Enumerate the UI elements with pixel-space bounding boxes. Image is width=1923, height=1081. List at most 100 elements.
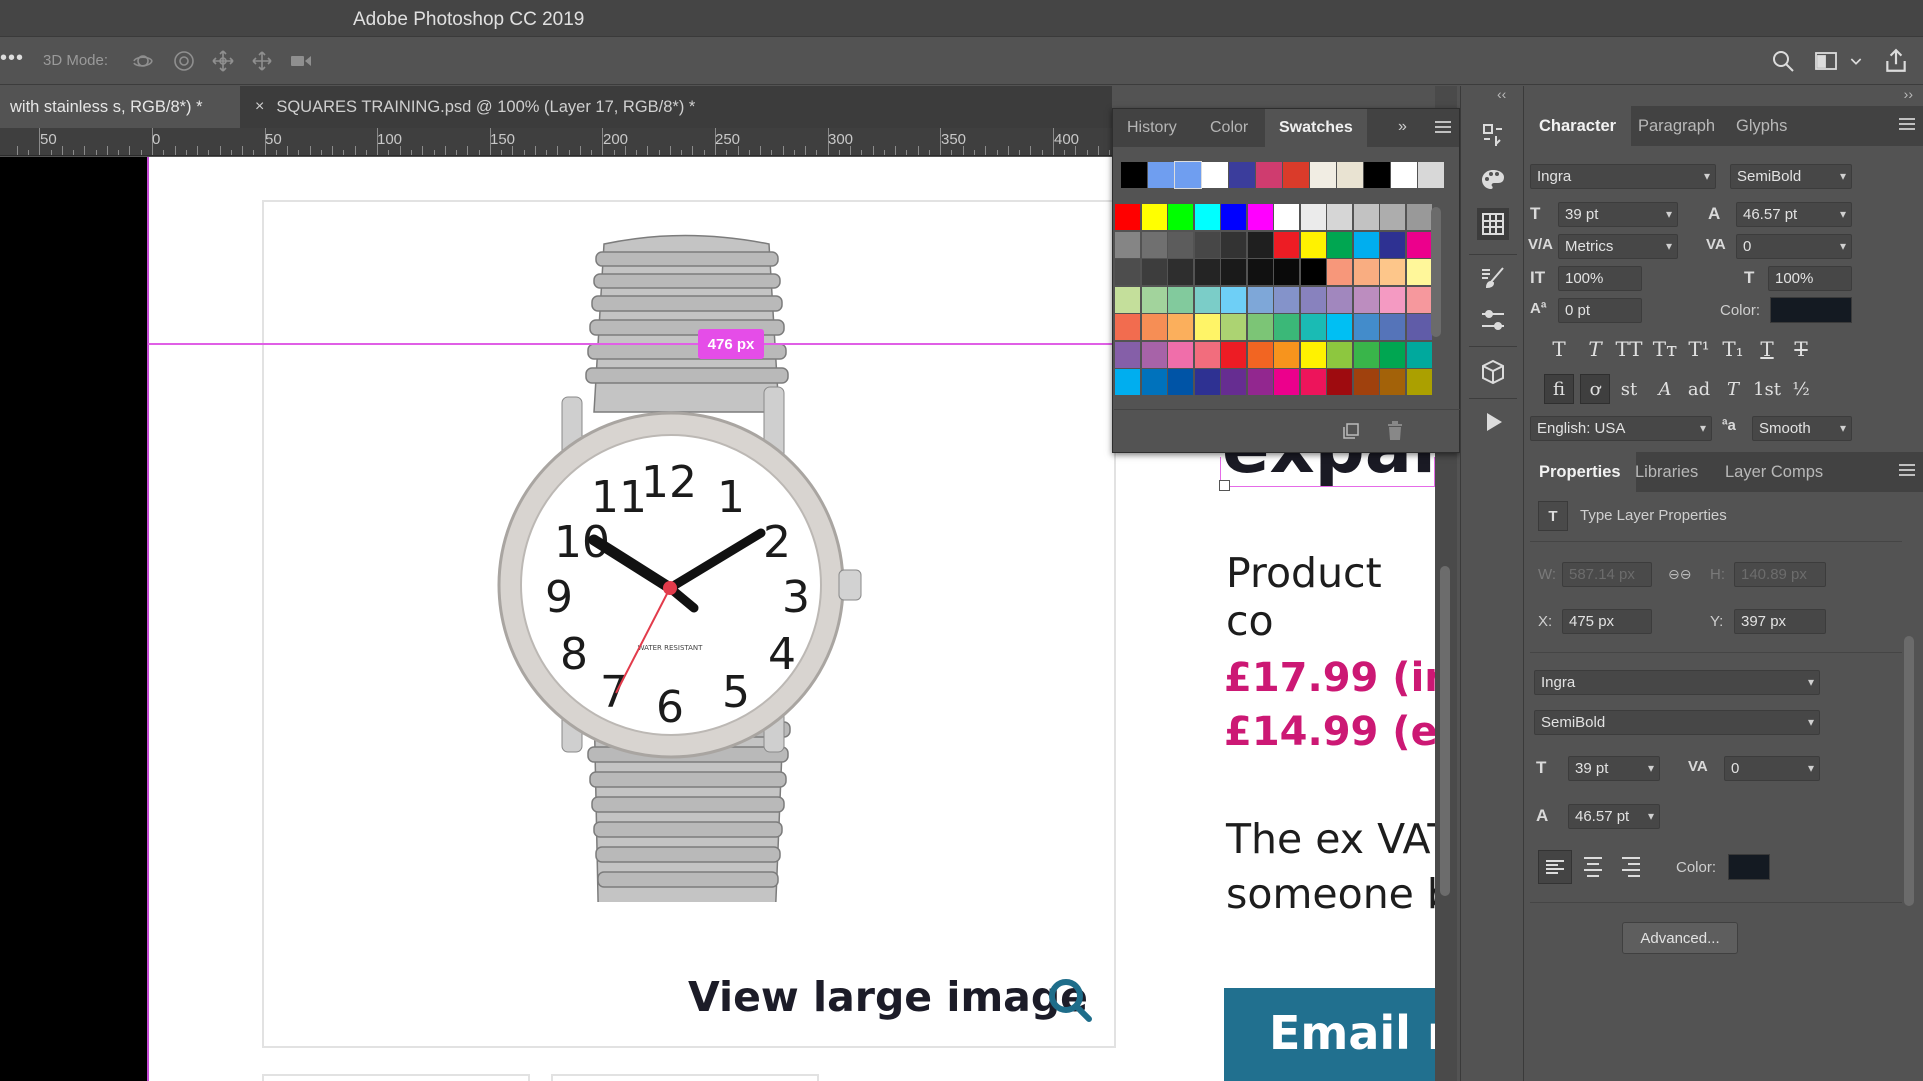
panel-menu-icon[interactable]	[1899, 118, 1915, 132]
faux-bold-button[interactable]: T	[1544, 334, 1574, 364]
x-position-field[interactable]: 475 px	[1562, 609, 1652, 634]
properties-scrollbar[interactable]	[1904, 636, 1914, 906]
ligatures-button[interactable]: fi	[1544, 374, 1574, 404]
scale-3d-video-icon[interactable]	[288, 48, 314, 74]
swatch[interactable]	[1406, 369, 1432, 395]
horizontal-scale-field[interactable]: 100%	[1768, 266, 1852, 291]
chevron-down-icon[interactable]	[1846, 47, 1866, 75]
swatch[interactable]	[1194, 314, 1220, 340]
swatch[interactable]	[1274, 341, 1299, 368]
recent-swatch[interactable]	[1283, 162, 1309, 188]
vertical-guide[interactable]	[147, 157, 149, 1081]
swatch[interactable]	[1327, 369, 1352, 395]
transform-handle[interactable]	[1219, 480, 1230, 491]
link-icon[interactable]: ⊖⊖	[1668, 566, 1691, 583]
tab-squares-training[interactable]: × SQUARES TRAINING.psd @ 100% (Layer 17,…	[245, 86, 745, 128]
tab-history[interactable]: History	[1113, 109, 1191, 147]
swatch[interactable]	[1327, 259, 1352, 285]
kerning-select[interactable]: Metrics ▾	[1558, 234, 1678, 259]
recent-swatch[interactable]	[1202, 162, 1228, 188]
titling-button[interactable]: T	[1718, 374, 1748, 404]
swatch[interactable]	[1168, 204, 1193, 230]
recent-swatch[interactable]	[1364, 162, 1390, 188]
swatch[interactable]	[1221, 231, 1246, 258]
swatch[interactable]	[1274, 369, 1299, 395]
all-caps-button[interactable]: TT	[1614, 334, 1644, 364]
swatch[interactable]	[1141, 231, 1167, 258]
swatch[interactable]	[1406, 231, 1432, 258]
tab-libraries[interactable]: Libraries	[1620, 452, 1713, 492]
prop-font-family-select[interactable]: Ingra ▾	[1534, 670, 1820, 695]
swatch[interactable]	[1194, 204, 1220, 230]
swatch[interactable]	[1141, 204, 1167, 230]
tab-swatches[interactable]: Swatches	[1265, 109, 1367, 147]
swatch[interactable]	[1300, 259, 1326, 285]
fractions-button[interactable]: ½	[1786, 374, 1816, 404]
swatch[interactable]	[1247, 369, 1273, 395]
strikethrough-button[interactable]: T	[1786, 334, 1816, 364]
swatch[interactable]	[1141, 314, 1167, 340]
swatch[interactable]	[1327, 341, 1352, 368]
tab-glyphs[interactable]: Glyphs	[1721, 106, 1802, 146]
roll-3d-icon[interactable]	[171, 48, 197, 74]
recent-swatch[interactable]	[1174, 161, 1202, 189]
swatch[interactable]	[1221, 204, 1246, 230]
swatch[interactable]	[1168, 314, 1193, 340]
swatch[interactable]	[1380, 231, 1405, 258]
swatch[interactable]	[1221, 286, 1246, 313]
swatch[interactable]	[1168, 259, 1193, 285]
swatch[interactable]	[1194, 286, 1220, 313]
price-inc-vat[interactable]: £17.99 (in	[1224, 655, 1435, 701]
height-field[interactable]: 140.89 px	[1734, 562, 1826, 587]
swatch[interactable]	[1406, 204, 1432, 230]
recent-swatch[interactable]	[1391, 162, 1417, 188]
swatch[interactable]	[1168, 369, 1193, 395]
small-caps-button[interactable]: Tт	[1650, 334, 1680, 364]
brush-panel-icon[interactable]	[1477, 262, 1509, 294]
product-text[interactable]: Product co	[1226, 549, 1435, 645]
swatch[interactable]	[1353, 314, 1379, 340]
swatch[interactable]	[1115, 259, 1140, 285]
swatch[interactable]	[1247, 341, 1273, 368]
swatch[interactable]	[1115, 369, 1140, 395]
swatch[interactable]	[1274, 231, 1299, 258]
swatch[interactable]	[1353, 369, 1379, 395]
swatch[interactable]	[1406, 314, 1432, 340]
swatch[interactable]	[1274, 314, 1299, 340]
tab-layer-comps[interactable]: Layer Comps	[1710, 452, 1838, 492]
swatch[interactable]	[1247, 314, 1273, 340]
recent-swatch[interactable]	[1229, 162, 1255, 188]
view-large-image-link[interactable]: View large image	[688, 973, 1088, 1021]
panel-menu-icon[interactable]	[1899, 464, 1915, 478]
prop-leading-field[interactable]: 46.57 pt ▾	[1568, 804, 1660, 829]
swatch[interactable]	[1300, 286, 1326, 313]
subscript-button[interactable]: T₁	[1718, 334, 1748, 364]
tab-paragraph[interactable]: Paragraph	[1623, 106, 1730, 146]
swatch[interactable]	[1115, 231, 1140, 258]
swatch[interactable]	[1194, 231, 1220, 258]
faux-italic-button[interactable]: T	[1580, 334, 1610, 364]
swatch[interactable]	[1168, 231, 1193, 258]
baseline-shift-field[interactable]: 0 pt	[1558, 298, 1642, 323]
swash-button[interactable]: A	[1650, 374, 1680, 404]
close-icon[interactable]: ×	[255, 98, 264, 116]
ex-vat-text-line2[interactable]: someone b	[1226, 870, 1435, 918]
slide-3d-icon[interactable]	[249, 48, 275, 74]
swatch[interactable]	[1327, 231, 1352, 258]
swatch[interactable]	[1300, 341, 1326, 368]
swatch[interactable]	[1115, 204, 1140, 230]
collapse-icon[interactable]: ‹‹	[1497, 86, 1506, 102]
stylistic-alternates-button[interactable]: ad	[1684, 374, 1714, 404]
align-left-button[interactable]	[1538, 850, 1572, 884]
swatch[interactable]	[1274, 204, 1299, 230]
prop-tracking-select[interactable]: 0 ▾	[1724, 756, 1820, 781]
workspace-icon[interactable]	[1812, 47, 1840, 75]
trash-icon[interactable]	[1386, 421, 1404, 441]
underline-button[interactable]: T	[1752, 334, 1782, 364]
ex-vat-text-line1[interactable]: The ex VAT	[1226, 815, 1435, 863]
antialias-select[interactable]: Smooth ▾	[1752, 416, 1852, 441]
font-family-select[interactable]: Ingra ▾	[1530, 164, 1716, 189]
new-swatch-icon[interactable]	[1342, 422, 1360, 440]
tab-watch-document[interactable]: with stainless s, RGB/8*) *	[0, 86, 240, 128]
ordinals-button[interactable]: 1st	[1752, 374, 1782, 404]
